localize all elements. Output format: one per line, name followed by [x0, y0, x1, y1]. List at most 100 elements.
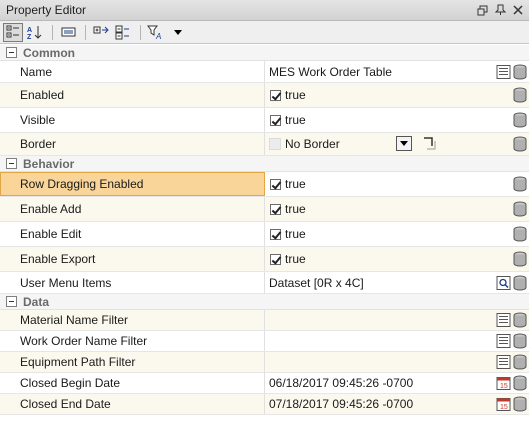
collapse-toggle-icon[interactable] [6, 47, 17, 58]
text-editor-icon[interactable] [496, 313, 511, 328]
property-value[interactable]: 06/18/2017 09:45:26 -0700 [269, 376, 413, 390]
toolbar: AZ A [0, 21, 529, 44]
property-row-row-dragging[interactable]: Row Dragging Enabled true [0, 172, 529, 197]
database-binding-icon[interactable] [513, 176, 527, 192]
database-binding-icon[interactable] [513, 112, 527, 128]
property-label: Enable Add [20, 202, 82, 216]
database-binding-icon[interactable] [513, 226, 527, 242]
categorized-view-icon[interactable] [3, 22, 23, 42]
category-label: Data [23, 294, 50, 309]
text-editor-icon[interactable] [496, 64, 511, 79]
property-label: User Menu Items [20, 275, 112, 290]
property-row-enabled[interactable]: Enabled true [0, 83, 529, 108]
collapse-toggle-icon[interactable] [6, 158, 17, 169]
property-row-enable-export[interactable]: Enable Export true [0, 247, 529, 272]
property-label: Closed Begin Date [20, 376, 121, 390]
category-data[interactable]: Data [0, 294, 529, 310]
category-common[interactable]: Common [0, 45, 529, 61]
property-row-enable-edit[interactable]: Enable Edit true [0, 222, 529, 247]
property-row-enable-add[interactable]: Enable Add true [0, 197, 529, 222]
property-label: Border [20, 137, 57, 151]
database-binding-icon[interactable] [513, 354, 527, 370]
database-binding-icon[interactable] [513, 87, 527, 103]
property-label: Work Order Name Filter [20, 334, 148, 348]
database-binding-icon[interactable] [513, 201, 527, 217]
database-binding-icon[interactable] [513, 275, 527, 290]
database-binding-icon[interactable] [513, 64, 527, 79]
property-label: Closed End Date [20, 397, 111, 411]
category-label: Common [23, 45, 75, 60]
property-label: Equipment Path Filter [20, 355, 136, 369]
property-value: true [285, 227, 306, 241]
property-row-material-filter[interactable]: Material Name Filter [0, 310, 529, 331]
database-binding-icon[interactable] [513, 312, 527, 328]
close-icon[interactable] [509, 2, 527, 18]
pin-icon[interactable] [491, 2, 509, 18]
property-value: true [285, 88, 306, 102]
checkbox[interactable] [270, 203, 281, 215]
text-editor-icon[interactable] [496, 334, 511, 349]
category-behavior[interactable]: Behavior [0, 156, 529, 172]
window-title: Property Editor [6, 3, 87, 17]
property-label: Row Dragging Enabled [20, 177, 144, 191]
category-label: Behavior [23, 156, 75, 171]
database-binding-icon[interactable] [513, 136, 527, 152]
database-binding-icon[interactable] [513, 333, 527, 349]
expand-all-icon[interactable] [91, 23, 111, 42]
border-editor-icon[interactable] [422, 136, 437, 151]
filter-icon[interactable]: A [146, 23, 166, 42]
checkbox[interactable] [270, 253, 281, 265]
checkbox[interactable] [270, 228, 281, 240]
calendar-icon[interactable]: 15 [496, 397, 511, 412]
property-row-border[interactable]: Border No Border [0, 133, 529, 156]
svg-text:15: 15 [500, 404, 508, 411]
svg-text:15: 15 [500, 383, 508, 390]
checkbox[interactable] [270, 114, 281, 126]
property-label: Visible [20, 113, 56, 127]
property-value: Dataset [0R x 4C] [269, 275, 364, 290]
checkbox[interactable] [270, 178, 281, 190]
property-row-closed-begin-date[interactable]: Closed Begin Date 06/18/2017 09:45:26 -0… [0, 373, 529, 394]
property-value[interactable]: 07/18/2017 09:45:26 -0700 [269, 397, 413, 411]
property-row-work-order-filter[interactable]: Work Order Name Filter [0, 331, 529, 352]
property-label: Enable Edit [20, 227, 82, 241]
database-binding-icon[interactable] [513, 251, 527, 267]
property-row-equipment-filter[interactable]: Equipment Path Filter [0, 352, 529, 373]
property-label: Material Name Filter [20, 313, 129, 327]
property-label: Enable Export [20, 252, 96, 266]
svg-text:Z: Z [27, 34, 32, 40]
property-value[interactable]: MES Work Order Table [269, 65, 392, 79]
database-binding-icon[interactable] [513, 375, 527, 391]
dataset-viewer-icon[interactable] [496, 275, 511, 290]
restore-icon[interactable] [473, 2, 491, 18]
collapse-toggle-icon[interactable] [6, 296, 17, 307]
title-bar: Property Editor [0, 0, 529, 21]
property-row-user-menu-items[interactable]: User Menu Items Dataset [0R x 4C] [0, 272, 529, 294]
property-value[interactable]: No Border [285, 137, 340, 151]
property-value: true [285, 177, 306, 191]
checkbox[interactable] [270, 89, 281, 101]
toolbar-separator [52, 24, 53, 40]
property-label: Name [20, 64, 53, 79]
svg-text:A: A [155, 32, 161, 40]
property-row-closed-end-date[interactable]: Closed End Date 07/18/2017 09:45:26 -070… [0, 394, 529, 415]
calendar-icon[interactable]: 15 [496, 376, 511, 391]
dropdown-arrow-icon[interactable] [168, 23, 188, 42]
text-editor-icon[interactable] [496, 355, 511, 370]
property-grid: Common Name MES Work Order Table Enabled… [0, 45, 529, 425]
collapse-all-icon[interactable] [113, 23, 133, 42]
toolbar-separator [85, 24, 86, 40]
property-pages-icon[interactable] [58, 23, 78, 42]
svg-text:A: A [27, 27, 32, 34]
property-row-name[interactable]: Name MES Work Order Table [0, 61, 529, 83]
property-value: true [285, 113, 306, 127]
database-binding-icon[interactable] [513, 396, 527, 412]
property-value: true [285, 202, 306, 216]
property-label: Enabled [20, 88, 65, 102]
sort-alphabetical-icon[interactable]: AZ [25, 23, 45, 42]
property-row-visible[interactable]: Visible true [0, 108, 529, 133]
property-value: true [285, 252, 306, 266]
toolbar-separator [140, 24, 141, 40]
border-dropdown-button[interactable] [396, 136, 412, 151]
border-preview [269, 138, 281, 150]
